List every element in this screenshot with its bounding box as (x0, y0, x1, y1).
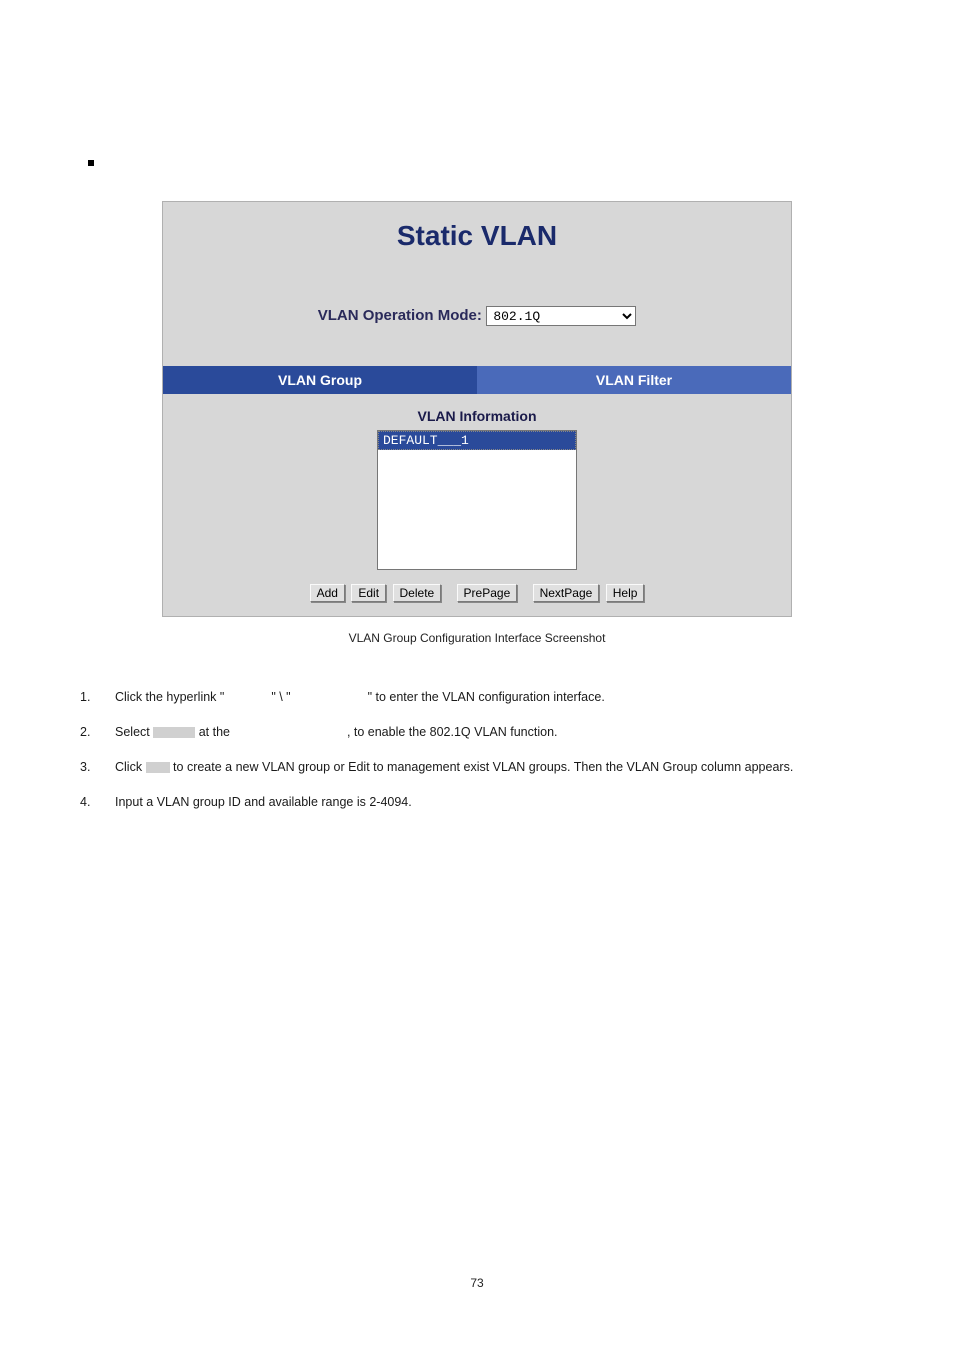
page-number: 73 (0, 1276, 954, 1290)
step-2: 2. Select at the , to enable the 802.1Q … (80, 720, 874, 745)
vlan-info-section: VLAN Information DEFAULT___1 Add Edit De… (163, 394, 791, 616)
mode-row: VLAN Operation Mode: 802.1Q (163, 256, 791, 346)
tab-vlan-group[interactable]: VLAN Group (163, 366, 477, 394)
text-fragment: , to enable the 802.1Q VLAN function. (347, 725, 558, 739)
screenshot-panel: Static VLAN VLAN Operation Mode: 802.1Q … (162, 201, 792, 617)
blank-placeholder (153, 727, 195, 738)
nextpage-button[interactable]: NextPage (533, 584, 600, 602)
text-fragment: Click the hyperlink " (115, 690, 224, 704)
text-fragment: at the (199, 725, 234, 739)
mode-label: VLAN Operation Mode: (318, 307, 482, 324)
vlan-info-header: VLAN Information (163, 394, 791, 430)
step-1: 1. Click the hyperlink " " \ " " to ente… (80, 685, 874, 710)
text-fragment: " \ " (271, 690, 290, 704)
blank-placeholder (146, 762, 170, 773)
prepage-button[interactable]: PrePage (457, 584, 518, 602)
step-text: Input a VLAN group ID and available rang… (115, 790, 874, 815)
step-number: 1. (80, 685, 115, 710)
delete-button[interactable]: Delete (393, 584, 442, 602)
list-item[interactable]: DEFAULT___1 (378, 431, 576, 450)
tab-vlan-filter[interactable]: VLAN Filter (477, 366, 791, 394)
panel-title: Static VLAN (163, 202, 791, 256)
figure-caption: VLAN Group Configuration Interface Scree… (80, 631, 874, 645)
bullet-square (88, 160, 94, 166)
text-fragment: Select (115, 725, 153, 739)
step-text: Select at the , to enable the 802.1Q VLA… (115, 720, 874, 745)
add-button[interactable]: Add (310, 584, 345, 602)
step-4: 4. Input a VLAN group ID and available r… (80, 790, 874, 815)
step-number: 3. (80, 755, 115, 780)
button-row: Add Edit Delete PrePage NextPage Help (163, 570, 791, 616)
text-fragment: to create a new VLAN group or Edit to ma… (173, 760, 793, 774)
mode-select[interactable]: 802.1Q (486, 306, 636, 326)
step-number: 2. (80, 720, 115, 745)
step-text: Click to create a new VLAN group or Edit… (115, 755, 874, 780)
edit-button[interactable]: Edit (351, 584, 386, 602)
step-3: 3. Click to create a new VLAN group or E… (80, 755, 874, 780)
help-button[interactable]: Help (606, 584, 645, 602)
step-text: Click the hyperlink " " \ " " to enter t… (115, 685, 874, 710)
steps-list: 1. Click the hyperlink " " \ " " to ente… (80, 685, 874, 815)
text-fragment: Click (115, 760, 146, 774)
vlan-listbox[interactable]: DEFAULT___1 (377, 430, 577, 570)
step-number: 4. (80, 790, 115, 815)
tab-bar: VLAN Group VLAN Filter (163, 366, 791, 394)
text-fragment: " to enter the VLAN configuration interf… (368, 690, 605, 704)
